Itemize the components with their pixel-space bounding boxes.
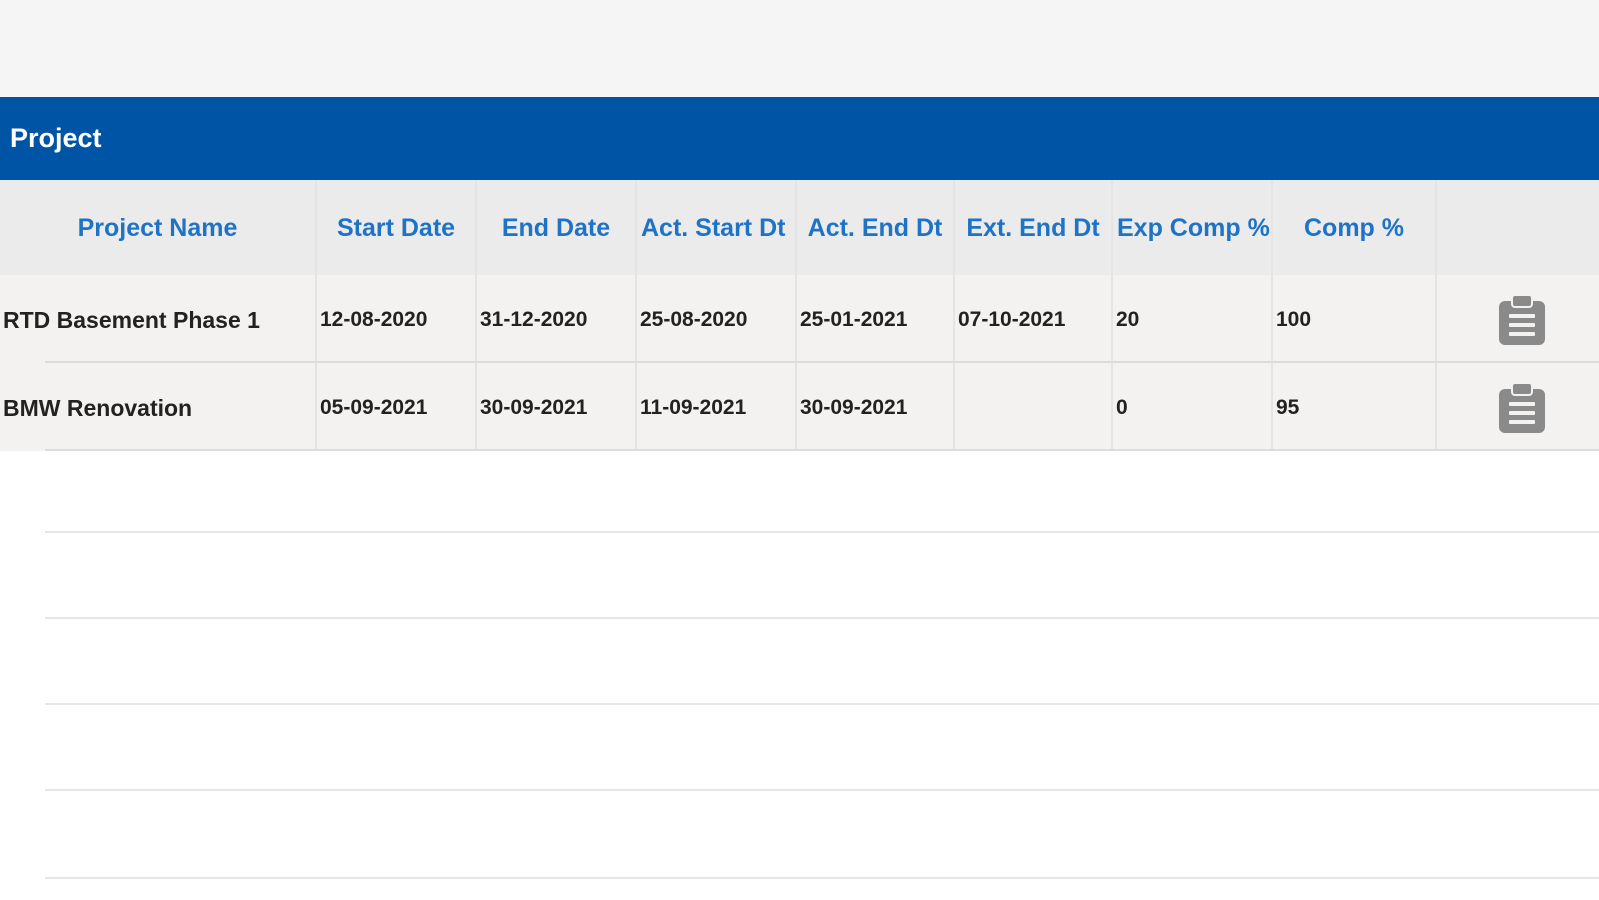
cell-comp-pct: 100 xyxy=(1273,275,1437,363)
column-header-comp-pct[interactable]: Comp % xyxy=(1273,180,1437,275)
column-header-start-date[interactable]: Start Date xyxy=(317,180,477,275)
clipboard-icon[interactable] xyxy=(1497,293,1547,347)
cell-act-end-dt: 25-01-2021 xyxy=(797,275,955,363)
cell-act-start-dt: 25-08-2020 xyxy=(637,275,797,363)
cell-ext-end-dt: 07-10-2021 xyxy=(955,275,1113,363)
cell-exp-comp-pct: 0 xyxy=(1113,363,1273,451)
cell-start-date: 12-08-2020 xyxy=(317,275,477,363)
cell-action xyxy=(1437,275,1599,363)
cell-exp-comp-pct: 20 xyxy=(1113,275,1273,363)
cell-comp-pct: 95 xyxy=(1273,363,1437,451)
table-row[interactable]: BMW Renovation 05-09-2021 30-09-2021 11-… xyxy=(0,363,1599,451)
table-row[interactable]: RTD Basement Phase 1 12-08-2020 31-12-20… xyxy=(0,275,1599,363)
column-header-act-end-dt[interactable]: Act. End Dt xyxy=(797,180,955,275)
column-header-end-date[interactable]: End Date xyxy=(477,180,637,275)
column-header-exp-comp-pct[interactable]: Exp Comp % xyxy=(1113,180,1273,275)
empty-row-divider xyxy=(45,531,1599,533)
empty-row-divider xyxy=(45,877,1599,879)
column-header-ext-end-dt[interactable]: Ext. End Dt xyxy=(955,180,1113,275)
project-table: Project Name Start Date End Date Act. St… xyxy=(0,180,1599,451)
column-header-project-name[interactable]: Project Name xyxy=(0,180,317,275)
empty-row-divider xyxy=(45,789,1599,791)
empty-row-divider xyxy=(45,703,1599,705)
cell-start-date: 05-09-2021 xyxy=(317,363,477,451)
column-header-act-start-dt[interactable]: Act. Start Dt xyxy=(637,180,797,275)
cell-project-name: BMW Renovation xyxy=(0,363,317,451)
cell-ext-end-dt xyxy=(955,363,1113,451)
empty-row-divider xyxy=(45,617,1599,619)
top-bar xyxy=(0,0,1599,97)
cell-action xyxy=(1437,363,1599,451)
cell-end-date: 31-12-2020 xyxy=(477,275,637,363)
cell-act-start-dt: 11-09-2021 xyxy=(637,363,797,451)
cell-act-end-dt: 30-09-2021 xyxy=(797,363,955,451)
table-header-row: Project Name Start Date End Date Act. St… xyxy=(0,180,1599,275)
clipboard-icon[interactable] xyxy=(1497,381,1547,435)
cell-project-name: RTD Basement Phase 1 xyxy=(0,275,317,363)
section-title: Project xyxy=(10,123,102,153)
cell-end-date: 30-09-2021 xyxy=(477,363,637,451)
section-header: Project xyxy=(0,97,1599,180)
column-header-actions xyxy=(1437,180,1599,275)
